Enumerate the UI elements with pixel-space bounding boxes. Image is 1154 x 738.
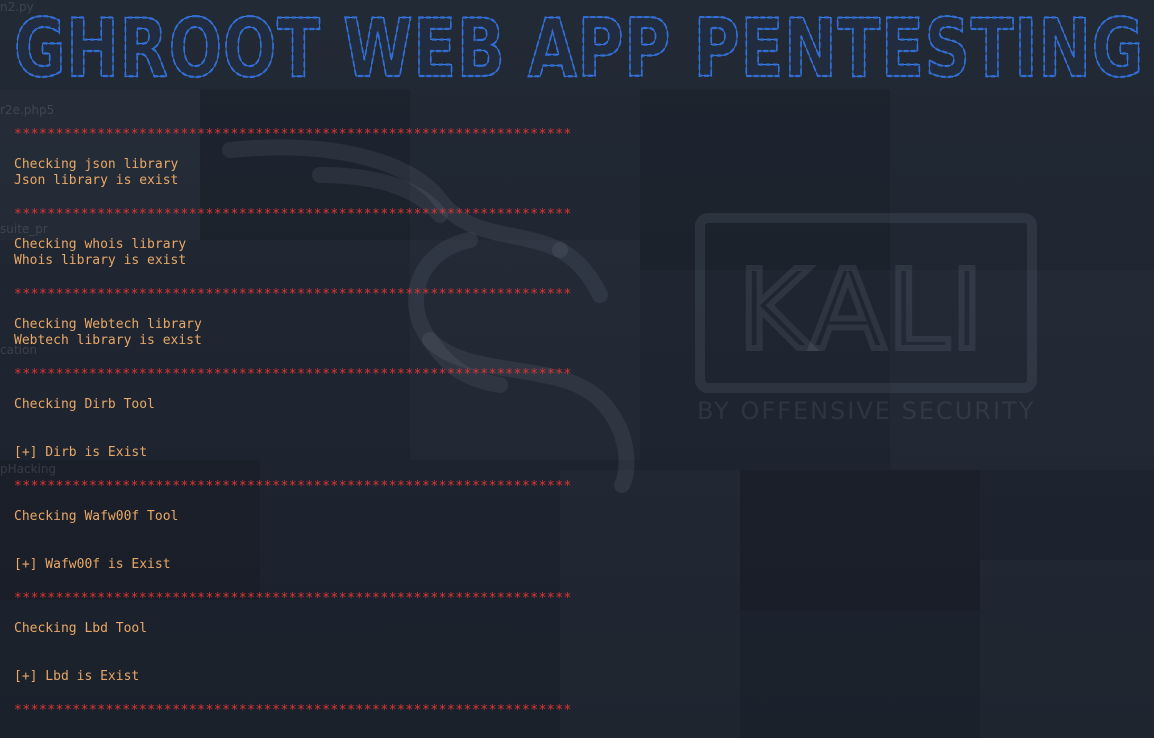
separator-line: ****************************************… [14,127,572,142]
kali-brand-text: KALI [738,246,985,374]
output-line: Json library is exist [14,173,179,188]
output-line: Checking whois library [14,237,187,252]
output-line: Checking Dirb Tool [14,397,155,412]
output-line: [+] Dirb is Exist [14,445,148,460]
kali-tagline-text: BY OFFENSIVE SECURITY [697,397,1035,425]
kali-dragon-icon [222,139,635,493]
output-line: Checking Webtech library [14,317,202,332]
output-line: Checking Wafw00f Tool [14,509,179,524]
separator-line: ****************************************… [14,591,572,606]
output-line: Checking json library [14,157,179,172]
separator-line: ****************************************… [14,287,572,302]
kali-logo: KALI BY OFFENSIVE SECURITY [695,213,1037,425]
banner-title-outline: GHROOT WEB APP PENTESTING [14,8,1144,86]
separator-line: ****************************************… [14,479,572,494]
terminal-window[interactable]: n2.py r2e.php5 suite_pr cation pHacking … [0,0,1154,738]
output-line: Whois library is exist [14,253,187,268]
output-line: [+] Lbd is Exist [14,669,140,684]
output-line: Checking Lbd Tool [14,621,148,636]
output-line: Webtech library is exist [14,333,202,348]
separator-line: ****************************************… [14,703,572,718]
separator-line: ****************************************… [14,207,572,222]
banner: GHROOT WEB APP PENTESTING GHROOT WEB APP… [14,8,1144,86]
output-line: [+] Wafw00f is Exist [14,557,171,572]
separator-line: ****************************************… [14,367,572,382]
